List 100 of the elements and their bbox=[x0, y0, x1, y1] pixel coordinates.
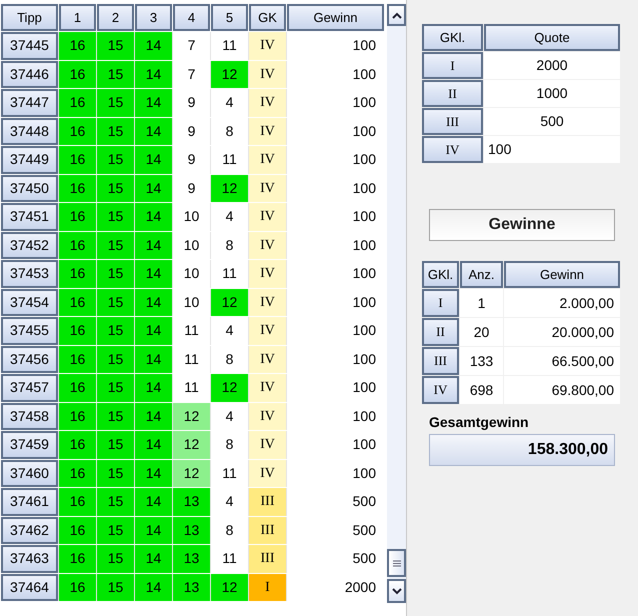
table-cell: IV bbox=[249, 232, 286, 259]
column-header[interactable]: Gewinn bbox=[504, 261, 620, 288]
table-cell: 1 bbox=[460, 289, 503, 317]
table-cell: 8 bbox=[211, 232, 248, 259]
row-header[interactable]: 37449 bbox=[1, 146, 58, 174]
row-header[interactable]: 37459 bbox=[1, 431, 58, 458]
table-cell: 8 bbox=[211, 346, 248, 373]
table-cell: 15 bbox=[97, 346, 134, 373]
table-cell: 16 bbox=[59, 118, 96, 145]
table-cell: 14 bbox=[135, 203, 172, 230]
column-header[interactable]: 4 bbox=[173, 4, 210, 31]
table-cell: 16 bbox=[59, 460, 96, 487]
table-cell: 66.500,00 bbox=[504, 347, 620, 375]
row-header[interactable]: 37450 bbox=[1, 174, 58, 202]
column-header[interactable]: GKl. bbox=[422, 24, 483, 51]
table-cell: 15 bbox=[97, 203, 134, 230]
table-cell: 15 bbox=[97, 288, 134, 316]
table-cell: 13 bbox=[173, 516, 210, 544]
table-cell: 16 bbox=[59, 346, 96, 373]
table-cell: IV bbox=[249, 431, 286, 458]
row-header[interactable]: IV bbox=[422, 136, 483, 163]
row-header[interactable]: 37460 bbox=[1, 460, 58, 487]
row-header[interactable]: II bbox=[422, 318, 459, 346]
input-field[interactable]: 100 bbox=[484, 136, 620, 163]
table-cell: 15 bbox=[97, 60, 134, 88]
scroll-thumb[interactable] bbox=[387, 549, 406, 577]
column-header[interactable]: 5 bbox=[211, 4, 248, 31]
column-header[interactable]: 1 bbox=[59, 4, 96, 31]
total-value: 158.300,00 bbox=[429, 434, 615, 466]
table-cell: 100 bbox=[287, 89, 384, 116]
table-cell: 14 bbox=[135, 32, 172, 60]
row-header[interactable]: IV bbox=[422, 376, 459, 404]
table-cell: 10 bbox=[173, 232, 210, 259]
table-cell: 500 bbox=[287, 488, 384, 516]
row-header[interactable]: 37453 bbox=[1, 260, 58, 288]
table-cell: 14 bbox=[135, 402, 172, 430]
row-header[interactable]: III bbox=[422, 108, 483, 135]
table-cell: 15 bbox=[97, 460, 134, 487]
column-header[interactable]: GK bbox=[249, 4, 286, 31]
table-cell: 14 bbox=[135, 460, 172, 487]
table-cell: 2.000,00 bbox=[504, 289, 620, 317]
row-header[interactable]: 37454 bbox=[1, 288, 58, 316]
column-header[interactable]: GKl. bbox=[422, 261, 459, 288]
table-cell: 11 bbox=[211, 32, 248, 60]
row-header[interactable]: 37461 bbox=[1, 488, 58, 516]
table-cell: 100 bbox=[287, 146, 384, 174]
table-cell: 100 bbox=[287, 32, 384, 60]
row-header[interactable]: 37456 bbox=[1, 346, 58, 373]
table-cell: 100 bbox=[287, 232, 384, 259]
row-header[interactable]: 37458 bbox=[1, 402, 58, 430]
column-header[interactable]: Gewinn bbox=[287, 4, 384, 31]
table-cell: 16 bbox=[59, 317, 96, 344]
table-cell: 15 bbox=[97, 516, 134, 544]
row-header[interactable]: 37451 bbox=[1, 203, 58, 230]
scroll-up-icon[interactable] bbox=[387, 4, 406, 26]
row-header[interactable]: 37462 bbox=[1, 516, 58, 544]
grip-icon bbox=[392, 560, 400, 566]
scroll-down-icon[interactable] bbox=[387, 579, 406, 603]
table-cell: IV bbox=[249, 260, 286, 288]
row-header[interactable]: 37445 bbox=[1, 32, 58, 60]
table-cell: 14 bbox=[135, 516, 172, 544]
column-header[interactable]: 2 bbox=[97, 4, 134, 31]
column-header[interactable]: Quote bbox=[484, 24, 620, 51]
row-header[interactable]: I bbox=[422, 289, 459, 317]
table-cell: 8 bbox=[211, 118, 248, 145]
table-cell: 100 bbox=[287, 402, 384, 430]
row-header[interactable]: III bbox=[422, 347, 459, 375]
table-cell: 4 bbox=[211, 488, 248, 516]
table-cell: 13 bbox=[173, 545, 210, 572]
table-cell: III bbox=[249, 488, 286, 516]
table-cell: 4 bbox=[211, 89, 248, 116]
row-header[interactable]: 37448 bbox=[1, 118, 58, 145]
table-cell: 14 bbox=[135, 545, 172, 572]
table-cell: 16 bbox=[59, 260, 96, 288]
row-header[interactable]: 37464 bbox=[1, 574, 58, 601]
table-cell: 15 bbox=[97, 89, 134, 116]
row-header[interactable]: 37457 bbox=[1, 374, 58, 402]
table-cell: 100 bbox=[287, 288, 384, 316]
column-header[interactable]: 3 bbox=[135, 4, 172, 31]
table-cell: 16 bbox=[59, 402, 96, 430]
table-cell: 12 bbox=[211, 174, 248, 202]
table-cell: 15 bbox=[97, 146, 134, 174]
column-header[interactable]: Anz. bbox=[460, 261, 503, 288]
table-cell: IV bbox=[249, 146, 286, 174]
table-cell: IV bbox=[249, 402, 286, 430]
scrollbar[interactable] bbox=[387, 4, 406, 603]
row-header[interactable]: I bbox=[422, 52, 483, 79]
table-cell: 16 bbox=[59, 174, 96, 202]
table-cell: 133 bbox=[460, 347, 503, 375]
table-cell: 15 bbox=[97, 374, 134, 402]
row-header[interactable]: 37452 bbox=[1, 232, 58, 259]
table-cell: 500 bbox=[287, 516, 384, 544]
row-header[interactable]: 37455 bbox=[1, 317, 58, 344]
table-cell: 14 bbox=[135, 89, 172, 116]
column-header[interactable]: Tipp bbox=[1, 4, 58, 31]
row-header[interactable]: II bbox=[422, 80, 483, 107]
row-header[interactable]: 37447 bbox=[1, 89, 58, 116]
table-cell: 100 bbox=[287, 60, 384, 88]
row-header[interactable]: 37446 bbox=[1, 60, 58, 88]
row-header[interactable]: 37463 bbox=[1, 545, 58, 572]
